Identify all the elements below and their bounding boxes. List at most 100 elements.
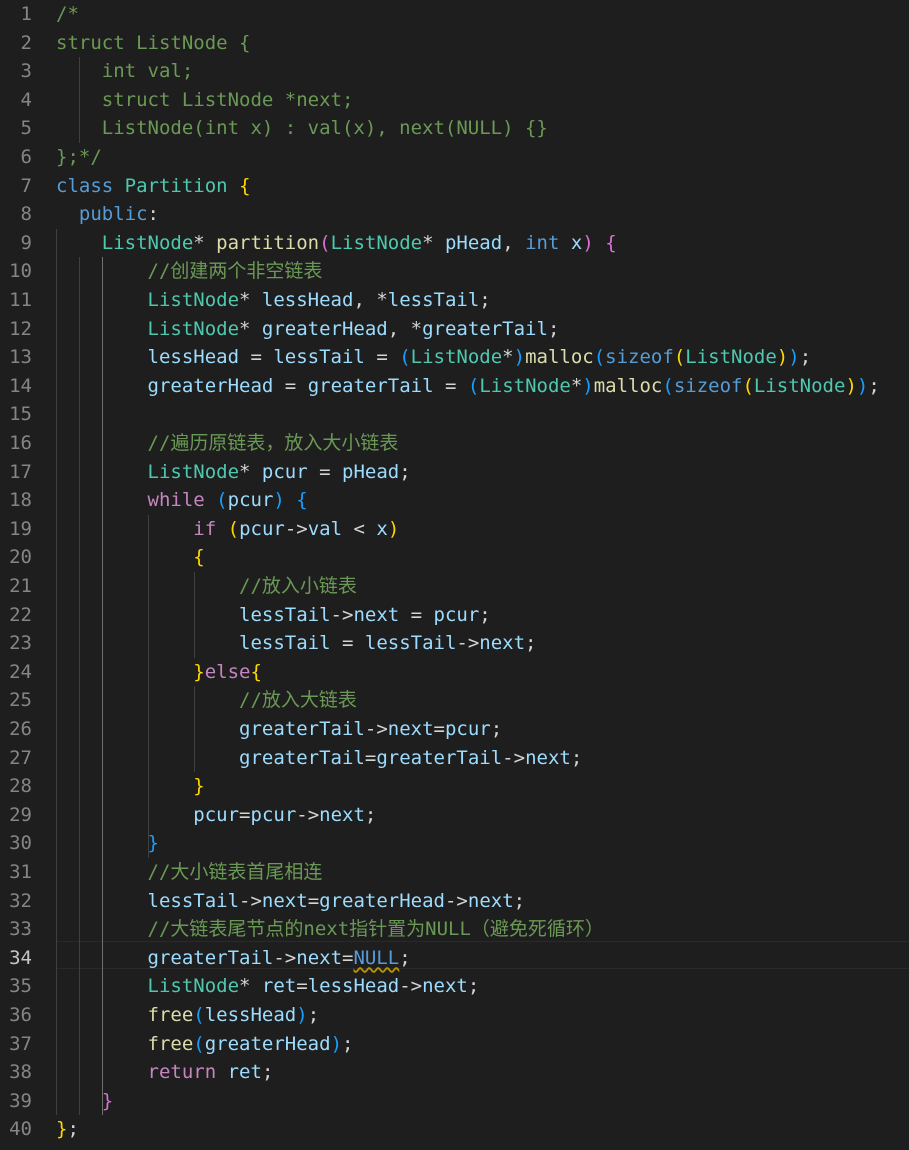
code-text[interactable]: //大小链表首尾相连: [56, 858, 323, 887]
code-text[interactable]: pcur=pcur->next;: [56, 801, 376, 830]
code-text[interactable]: free(lessHead);: [56, 1001, 320, 1030]
code-line[interactable]: 17 ListNode* pcur = pHead;: [0, 458, 909, 487]
code-text[interactable]: lessTail->next = pcur;: [56, 601, 491, 630]
code-line[interactable]: 3 int val;: [0, 57, 909, 86]
code-text[interactable]: };: [56, 1115, 79, 1144]
line-number: 38: [9, 1061, 32, 1084]
code-text[interactable]: }else{: [56, 658, 262, 687]
code-line[interactable]: 21 //放入小链表: [0, 572, 909, 601]
code-token: //放入大链表: [239, 689, 357, 712]
code-line[interactable]: 25 //放入大链表: [0, 686, 909, 715]
code-line[interactable]: 19 if (pcur->val < x): [0, 515, 909, 544]
code-text[interactable]: };*/: [56, 143, 102, 172]
code-text[interactable]: ListNode* ret=lessHead->next;: [56, 972, 480, 1001]
code-line[interactable]: 33 //大链表尾节点的next指针置为NULL（避免死循环）: [0, 915, 909, 944]
code-text[interactable]: //放入小链表: [56, 572, 357, 601]
code-token: ;: [868, 374, 880, 397]
line-number: 24: [9, 660, 32, 683]
code-text[interactable]: }: [56, 829, 159, 858]
code-line[interactable]: 35 ListNode* ret=lessHead->next;: [0, 972, 909, 1001]
code-editor[interactable]: 1/* 2 struct ListNode {3 int val; 4 struct …: [0, 0, 909, 1150]
code-text[interactable]: greaterTail->next=NULL;: [56, 944, 411, 973]
code-text[interactable]: ListNode* pcur = pHead;: [56, 458, 411, 487]
code-text[interactable]: greaterHead = greaterTail = (ListNode*)m…: [56, 372, 880, 401]
code-token: greaterTail: [147, 946, 274, 969]
code-text[interactable]: ListNode* lessHead, *lessTail;: [56, 286, 491, 315]
code-line[interactable]: 34 greaterTail->next=NULL;: [0, 944, 909, 973]
code-line[interactable]: 9 ListNode* partition(ListNode* pHead, i…: [0, 229, 909, 258]
code-text[interactable]: int val;: [56, 57, 194, 86]
code-text[interactable]: lessTail = lessTail->next;: [56, 629, 536, 658]
code-text[interactable]: lessTail->next=greaterHead->next;: [56, 887, 526, 916]
code-token: while: [147, 489, 205, 512]
code-text[interactable]: struct ListNode *next;: [56, 86, 354, 115]
code-line[interactable]: 31 //大小链表首尾相连: [0, 858, 909, 887]
code-text[interactable]: //创建两个非空链表: [56, 257, 323, 286]
code-text[interactable]: while (pcur) {: [56, 486, 308, 515]
code-line[interactable]: 12 ListNode* greaterHead, *greaterTail;: [0, 315, 909, 344]
code-text[interactable]: greaterTail->next=pcur;: [56, 715, 502, 744]
code-text[interactable]: greaterTail=greaterTail->next;: [56, 744, 582, 773]
code-line[interactable]: 4 struct ListNode *next;: [0, 86, 909, 115]
code-text[interactable]: ListNode* greaterHead, *greaterTail;: [56, 315, 560, 344]
code-line[interactable]: 6};*/: [0, 143, 909, 172]
code-line[interactable]: 2 struct ListNode {: [0, 29, 909, 58]
code-line[interactable]: 1 /*: [0, 0, 909, 29]
code-token: ListNode: [147, 317, 240, 340]
code-text[interactable]: //大链表尾节点的next指针置为NULL（避免死循环）: [56, 915, 604, 944]
code-line[interactable]: 10 //创建两个非空链表: [0, 257, 909, 286]
code-text[interactable]: return ret;: [56, 1058, 274, 1087]
code-line[interactable]: 8 public:: [0, 200, 909, 229]
code-line[interactable]: 24 }else{: [0, 658, 909, 687]
code-token: ->: [284, 517, 308, 540]
code-line[interactable]: 29 pcur=pcur->next;: [0, 801, 909, 830]
code-text[interactable]: /*: [56, 0, 79, 29]
code-text[interactable]: ListNode(int x) : val(x), next(NULL) {}: [56, 114, 548, 143]
code-text[interactable]: }: [56, 772, 204, 801]
code-line[interactable]: 38 return ret;: [0, 1058, 909, 1087]
code-line[interactable]: 7 class Partition {: [0, 172, 909, 201]
code-line[interactable]: 5 ListNode(int x) : val(x), next(NULL) {…: [0, 114, 909, 143]
code-text[interactable]: if (pcur->val < x): [56, 515, 399, 544]
code-text[interactable]: //遍历原链表，放入大小链表: [56, 429, 399, 458]
code-line[interactable]: 20 {: [0, 543, 909, 572]
code-text[interactable]: lessHead = lessTail = (ListNode*)malloc(…: [56, 343, 812, 372]
code-line[interactable]: 15: [0, 400, 909, 429]
code-text[interactable]: struct ListNode {: [56, 29, 250, 58]
code-line[interactable]: 16 //遍历原链表，放入大小链表: [0, 429, 909, 458]
code-text[interactable]: ListNode* partition(ListNode* pHead, int…: [56, 229, 617, 258]
code-line[interactable]: 27 greaterTail=greaterTail->next;: [0, 744, 909, 773]
code-line[interactable]: 30 }: [0, 829, 909, 858]
code-line[interactable]: 36 free(lessHead);: [0, 1001, 909, 1030]
code-line[interactable]: 26 greaterTail->next=pcur;: [0, 715, 909, 744]
code-line[interactable]: 18 while (pcur) {: [0, 486, 909, 515]
code-token: ;: [547, 317, 560, 340]
code-token: (: [593, 346, 606, 369]
code-line[interactable]: 23 lessTail = lessTail->next;: [0, 629, 909, 658]
code-text[interactable]: class Partition {: [56, 172, 251, 201]
code-text[interactable]: }: [56, 1087, 113, 1116]
code-line[interactable]: 40};: [0, 1115, 909, 1144]
code-line[interactable]: 14 greaterHead = greaterTail = (ListNode…: [0, 372, 909, 401]
line-number: 13: [9, 346, 32, 369]
code-text[interactable]: //放入大链表: [56, 686, 357, 715]
code-text[interactable]: {: [56, 543, 204, 572]
code-line[interactable]: 32 lessTail->next=greaterHead->next;: [0, 887, 909, 916]
code-token: ListNode: [147, 460, 240, 483]
code-text[interactable]: free(greaterHead);: [56, 1030, 354, 1059]
code-line[interactable]: 39 }: [0, 1087, 909, 1116]
code-line[interactable]: 28 }: [0, 772, 909, 801]
code-token: ListNode: [330, 231, 423, 254]
code-line[interactable]: 37 free(greaterHead);: [0, 1030, 909, 1059]
code-line[interactable]: 13 lessHead = lessTail = (ListNode*)mall…: [0, 343, 909, 372]
code-token: if: [193, 517, 217, 540]
code-text[interactable]: public:: [56, 200, 159, 229]
code-line[interactable]: 22 lessTail->next = pcur;: [0, 601, 909, 630]
code-line[interactable]: 11 ListNode* lessHead, *lessTail;: [0, 286, 909, 315]
code-token: ,: [502, 231, 526, 254]
code-token: greaterHead: [319, 889, 445, 912]
